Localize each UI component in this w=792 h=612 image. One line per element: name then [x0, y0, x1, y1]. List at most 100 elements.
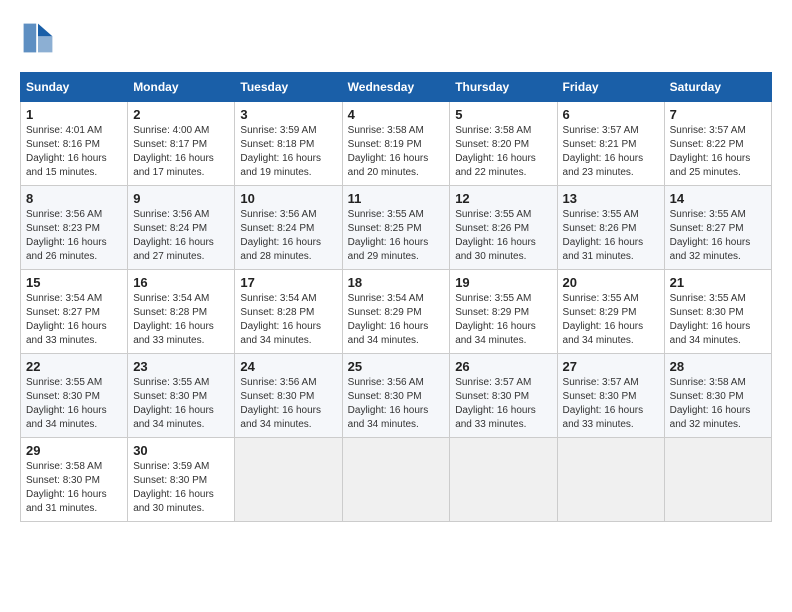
day-number: 26 — [455, 359, 551, 374]
day-number: 10 — [240, 191, 336, 206]
calendar-day-cell: 6 Sunrise: 3:57 AMSunset: 8:21 PMDayligh… — [557, 102, 664, 186]
day-number: 18 — [348, 275, 445, 290]
calendar-day-cell: 11 Sunrise: 3:55 AMSunset: 8:25 PMDaylig… — [342, 186, 450, 270]
calendar-day-cell: 23 Sunrise: 3:55 AMSunset: 8:30 PMDaylig… — [128, 354, 235, 438]
day-number: 7 — [670, 107, 766, 122]
day-info: Sunrise: 3:56 AMSunset: 8:23 PMDaylight:… — [26, 208, 122, 264]
calendar-day-cell: 28 Sunrise: 3:58 AMSunset: 8:30 PMDaylig… — [664, 354, 771, 438]
calendar-day-cell: 16 Sunrise: 3:54 AMSunset: 8:28 PMDaylig… — [128, 270, 235, 354]
day-info: Sunrise: 3:55 AMSunset: 8:25 PMDaylight:… — [348, 208, 445, 264]
day-info: Sunrise: 3:54 AMSunset: 8:28 PMDaylight:… — [133, 292, 229, 348]
day-number: 11 — [348, 191, 445, 206]
calendar-day-cell: 9 Sunrise: 3:56 AMSunset: 8:24 PMDayligh… — [128, 186, 235, 270]
calendar-day-cell: 22 Sunrise: 3:55 AMSunset: 8:30 PMDaylig… — [21, 354, 128, 438]
day-info: Sunrise: 3:55 AMSunset: 8:30 PMDaylight:… — [133, 376, 229, 432]
day-number: 20 — [563, 275, 659, 290]
calendar-week-row: 29 Sunrise: 3:58 AMSunset: 8:30 PMDaylig… — [21, 438, 772, 522]
logo-icon — [20, 20, 56, 56]
calendar-header-thursday: Thursday — [450, 73, 557, 102]
calendar-header-wednesday: Wednesday — [342, 73, 450, 102]
calendar-day-cell: 29 Sunrise: 3:58 AMSunset: 8:30 PMDaylig… — [21, 438, 128, 522]
calendar-header-saturday: Saturday — [664, 73, 771, 102]
day-number: 6 — [563, 107, 659, 122]
day-number: 3 — [240, 107, 336, 122]
calendar-day-cell: 2 Sunrise: 4:00 AMSunset: 8:17 PMDayligh… — [128, 102, 235, 186]
calendar-day-cell: 5 Sunrise: 3:58 AMSunset: 8:20 PMDayligh… — [450, 102, 557, 186]
calendar-header-monday: Monday — [128, 73, 235, 102]
day-info: Sunrise: 3:56 AMSunset: 8:24 PMDaylight:… — [133, 208, 229, 264]
day-number: 5 — [455, 107, 551, 122]
calendar-day-cell: 17 Sunrise: 3:54 AMSunset: 8:28 PMDaylig… — [235, 270, 342, 354]
day-info: Sunrise: 3:58 AMSunset: 8:30 PMDaylight:… — [26, 460, 122, 516]
logo — [20, 20, 62, 56]
calendar-header-friday: Friday — [557, 73, 664, 102]
day-number: 16 — [133, 275, 229, 290]
day-info: Sunrise: 3:55 AMSunset: 8:30 PMDaylight:… — [26, 376, 122, 432]
day-info: Sunrise: 3:57 AMSunset: 8:30 PMDaylight:… — [455, 376, 551, 432]
day-info: Sunrise: 3:55 AMSunset: 8:30 PMDaylight:… — [670, 292, 766, 348]
day-number: 2 — [133, 107, 229, 122]
calendar-day-cell: 10 Sunrise: 3:56 AMSunset: 8:24 PMDaylig… — [235, 186, 342, 270]
day-number: 13 — [563, 191, 659, 206]
day-number: 14 — [670, 191, 766, 206]
calendar-day-cell — [450, 438, 557, 522]
calendar-week-row: 1 Sunrise: 4:01 AMSunset: 8:16 PMDayligh… — [21, 102, 772, 186]
calendar-day-cell — [664, 438, 771, 522]
calendar-day-cell: 1 Sunrise: 4:01 AMSunset: 8:16 PMDayligh… — [21, 102, 128, 186]
day-info: Sunrise: 3:58 AMSunset: 8:19 PMDaylight:… — [348, 124, 445, 180]
calendar-day-cell: 3 Sunrise: 3:59 AMSunset: 8:18 PMDayligh… — [235, 102, 342, 186]
calendar-header-sunday: Sunday — [21, 73, 128, 102]
day-number: 23 — [133, 359, 229, 374]
calendar-day-cell — [557, 438, 664, 522]
page-header — [20, 20, 772, 56]
day-info: Sunrise: 3:57 AMSunset: 8:21 PMDaylight:… — [563, 124, 659, 180]
calendar-day-cell: 8 Sunrise: 3:56 AMSunset: 8:23 PMDayligh… — [21, 186, 128, 270]
calendar-day-cell: 12 Sunrise: 3:55 AMSunset: 8:26 PMDaylig… — [450, 186, 557, 270]
day-number: 27 — [563, 359, 659, 374]
day-info: Sunrise: 3:54 AMSunset: 8:28 PMDaylight:… — [240, 292, 336, 348]
calendar-day-cell: 30 Sunrise: 3:59 AMSunset: 8:30 PMDaylig… — [128, 438, 235, 522]
calendar-day-cell: 18 Sunrise: 3:54 AMSunset: 8:29 PMDaylig… — [342, 270, 450, 354]
day-info: Sunrise: 3:54 AMSunset: 8:27 PMDaylight:… — [26, 292, 122, 348]
calendar-table: SundayMondayTuesdayWednesdayThursdayFrid… — [20, 72, 772, 522]
day-number: 30 — [133, 443, 229, 458]
calendar-week-row: 22 Sunrise: 3:55 AMSunset: 8:30 PMDaylig… — [21, 354, 772, 438]
day-number: 8 — [26, 191, 122, 206]
calendar-day-cell: 4 Sunrise: 3:58 AMSunset: 8:19 PMDayligh… — [342, 102, 450, 186]
day-number: 24 — [240, 359, 336, 374]
calendar-week-row: 15 Sunrise: 3:54 AMSunset: 8:27 PMDaylig… — [21, 270, 772, 354]
day-number: 19 — [455, 275, 551, 290]
day-info: Sunrise: 3:58 AMSunset: 8:30 PMDaylight:… — [670, 376, 766, 432]
day-info: Sunrise: 3:55 AMSunset: 8:26 PMDaylight:… — [563, 208, 659, 264]
day-info: Sunrise: 3:59 AMSunset: 8:30 PMDaylight:… — [133, 460, 229, 516]
calendar-day-cell: 27 Sunrise: 3:57 AMSunset: 8:30 PMDaylig… — [557, 354, 664, 438]
calendar-day-cell: 25 Sunrise: 3:56 AMSunset: 8:30 PMDaylig… — [342, 354, 450, 438]
day-info: Sunrise: 3:56 AMSunset: 8:30 PMDaylight:… — [240, 376, 336, 432]
calendar-day-cell — [342, 438, 450, 522]
day-info: Sunrise: 4:00 AMSunset: 8:17 PMDaylight:… — [133, 124, 229, 180]
day-info: Sunrise: 3:58 AMSunset: 8:20 PMDaylight:… — [455, 124, 551, 180]
day-number: 9 — [133, 191, 229, 206]
calendar-day-cell: 20 Sunrise: 3:55 AMSunset: 8:29 PMDaylig… — [557, 270, 664, 354]
calendar-week-row: 8 Sunrise: 3:56 AMSunset: 8:23 PMDayligh… — [21, 186, 772, 270]
day-info: Sunrise: 3:56 AMSunset: 8:24 PMDaylight:… — [240, 208, 336, 264]
calendar-header-row: SundayMondayTuesdayWednesdayThursdayFrid… — [21, 73, 772, 102]
day-info: Sunrise: 3:57 AMSunset: 8:30 PMDaylight:… — [563, 376, 659, 432]
calendar-day-cell: 15 Sunrise: 3:54 AMSunset: 8:27 PMDaylig… — [21, 270, 128, 354]
calendar-header-tuesday: Tuesday — [235, 73, 342, 102]
day-info: Sunrise: 3:56 AMSunset: 8:30 PMDaylight:… — [348, 376, 445, 432]
day-number: 17 — [240, 275, 336, 290]
day-info: Sunrise: 3:55 AMSunset: 8:26 PMDaylight:… — [455, 208, 551, 264]
day-info: Sunrise: 3:55 AMSunset: 8:29 PMDaylight:… — [455, 292, 551, 348]
calendar-day-cell — [235, 438, 342, 522]
calendar-day-cell: 14 Sunrise: 3:55 AMSunset: 8:27 PMDaylig… — [664, 186, 771, 270]
calendar-day-cell: 24 Sunrise: 3:56 AMSunset: 8:30 PMDaylig… — [235, 354, 342, 438]
day-number: 25 — [348, 359, 445, 374]
day-info: Sunrise: 3:57 AMSunset: 8:22 PMDaylight:… — [670, 124, 766, 180]
calendar-day-cell: 26 Sunrise: 3:57 AMSunset: 8:30 PMDaylig… — [450, 354, 557, 438]
calendar-day-cell: 19 Sunrise: 3:55 AMSunset: 8:29 PMDaylig… — [450, 270, 557, 354]
day-info: Sunrise: 3:55 AMSunset: 8:27 PMDaylight:… — [670, 208, 766, 264]
day-number: 21 — [670, 275, 766, 290]
day-number: 15 — [26, 275, 122, 290]
day-number: 28 — [670, 359, 766, 374]
